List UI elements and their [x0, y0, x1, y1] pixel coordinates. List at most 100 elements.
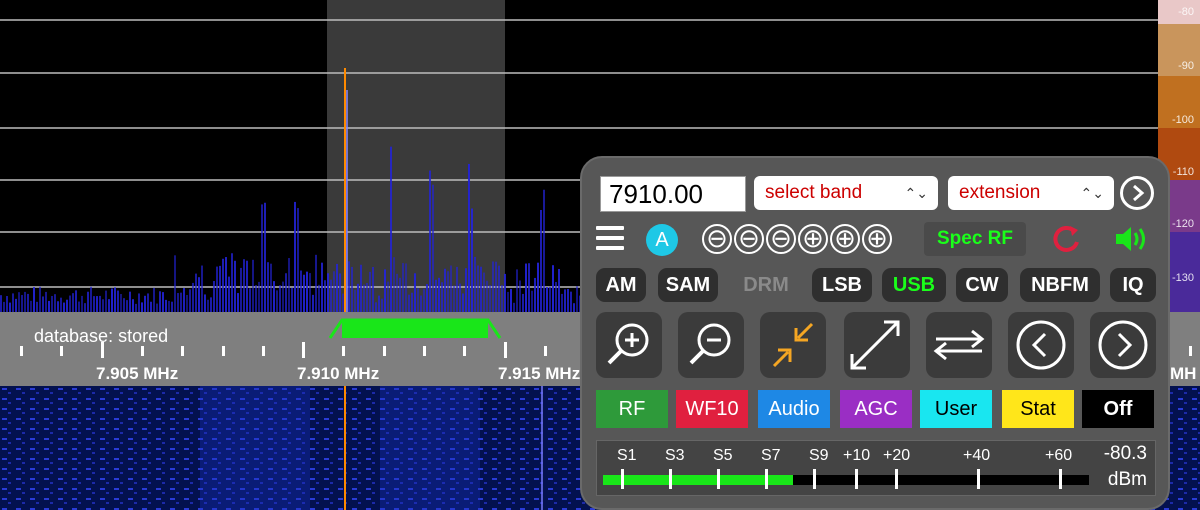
tab-audio[interactable]: Audio: [758, 390, 830, 428]
signal-spike: [360, 264, 362, 312]
freq-tick: [222, 346, 225, 356]
signal-spike: [489, 285, 491, 312]
freq-label: 7.915 MHz: [498, 364, 581, 383]
signal-spike: [183, 288, 185, 312]
signal-spike: [24, 291, 26, 312]
spec-rf-button[interactable]: Spec RF: [924, 222, 1026, 256]
signal-spike: [387, 281, 389, 312]
tab-off[interactable]: Off: [1082, 390, 1154, 428]
tab-wf10[interactable]: WF10: [676, 390, 748, 428]
zoom-in-icon[interactable]: ⊕: [862, 224, 892, 254]
mode-cw[interactable]: CW: [956, 268, 1008, 302]
s-meter-tick: [1059, 469, 1062, 489]
signal-spike: [444, 268, 446, 312]
zoom-out-icon[interactable]: ⊖: [766, 224, 796, 254]
zoom-out-icon[interactable]: ⊖: [702, 224, 732, 254]
mode-am[interactable]: AM: [596, 268, 646, 302]
zoom-max-in-button[interactable]: [760, 312, 826, 378]
signal-spike: [45, 291, 47, 312]
db-label: -100: [1171, 114, 1194, 126]
signal-spike: [63, 302, 65, 312]
mode-usb[interactable]: USB: [882, 268, 946, 302]
s-meter-tick: [669, 469, 672, 489]
signal-spike: [486, 280, 488, 312]
signal-spike: [414, 273, 416, 312]
mode-sam[interactable]: SAM: [658, 268, 718, 302]
signal-spike: [3, 301, 5, 312]
band-select[interactable]: select band ⌃⌄: [754, 176, 938, 210]
mode-drm[interactable]: DRM: [736, 268, 796, 302]
signal-spike: [15, 298, 17, 312]
signal-spike: [354, 289, 356, 312]
signal-spike: [105, 290, 107, 312]
signal-spike: [135, 303, 137, 312]
play-button[interactable]: [1120, 176, 1154, 210]
freq-tick: [342, 346, 345, 356]
reload-icon[interactable]: [1050, 222, 1084, 261]
tab-user[interactable]: User: [920, 390, 992, 428]
signal-spike: [66, 299, 68, 312]
extension-select[interactable]: extension ⌃⌄: [948, 176, 1114, 210]
freq-tick: [181, 346, 184, 356]
signal-spike: [492, 261, 494, 312]
db-label: -110: [1172, 166, 1194, 178]
zoom-in-icon[interactable]: ⊕: [798, 224, 828, 254]
signal-spike: [480, 266, 482, 312]
signal-spike: [114, 287, 116, 312]
frequency-input[interactable]: 7910.00: [600, 176, 746, 212]
step-right-button[interactable]: [1090, 312, 1156, 378]
s-meter-label: +60: [1045, 447, 1073, 464]
signal-spike: [126, 300, 128, 312]
signal-spike: [240, 267, 242, 312]
step-right-icon: [1098, 320, 1148, 370]
tab-stat[interactable]: Stat: [1002, 390, 1074, 428]
zoom-out-icon[interactable]: ⊖: [734, 224, 764, 254]
signal-spike: [111, 288, 113, 312]
zoom-in-button[interactable]: [596, 312, 662, 378]
signal-spike: [306, 271, 308, 312]
signal-spike: [162, 292, 164, 312]
mode-lsb[interactable]: LSB: [812, 268, 872, 302]
zoom-in-icon[interactable]: ⊕: [830, 224, 860, 254]
signal-spike: [213, 281, 215, 312]
freq-tick: [20, 346, 23, 356]
signal-spike: [243, 259, 245, 312]
signal-spike: [186, 294, 188, 312]
signal-spike: [399, 277, 401, 312]
signal-spike: [342, 293, 344, 312]
signal-spike: [453, 285, 455, 312]
vfo-a-button[interactable]: A: [646, 224, 678, 256]
zoom-in-icon: [607, 323, 649, 365]
signal-spike: [378, 295, 380, 312]
signal-spike: [201, 265, 203, 312]
mode-iq[interactable]: IQ: [1110, 268, 1156, 302]
signal-spike: [483, 272, 485, 312]
tab-agc[interactable]: AGC: [840, 390, 912, 428]
signal-spike: [471, 208, 473, 312]
tab-rf[interactable]: RF: [596, 390, 668, 428]
signal-spike: [108, 299, 110, 312]
signal-spike: [330, 279, 332, 312]
signal-spike: [351, 266, 353, 312]
zoom-max-out-button[interactable]: [844, 312, 910, 378]
select-arrows-icon: ⌃⌄: [904, 185, 928, 201]
swap-button[interactable]: [926, 312, 992, 378]
signal-spike: [369, 271, 371, 312]
signal-spike: [96, 296, 98, 312]
signal-spike: [507, 291, 509, 312]
mode-nbfm[interactable]: NBFM: [1020, 268, 1100, 302]
signal-spike: [438, 277, 440, 312]
freq-tick: [423, 346, 426, 356]
signal-spike: [180, 292, 182, 312]
zoom-out-button[interactable]: [678, 312, 744, 378]
menu-icon[interactable]: [596, 226, 624, 252]
speaker-icon[interactable]: [1112, 222, 1152, 261]
step-left-button[interactable]: [1008, 312, 1074, 378]
signal-spike: [132, 299, 134, 312]
signal-spike: [42, 296, 44, 312]
signal-spike: [294, 201, 296, 312]
signal-spike: [90, 286, 92, 312]
signal-spike: [522, 293, 524, 312]
signal-spike: [21, 295, 23, 312]
db-label: -90: [1178, 60, 1194, 72]
